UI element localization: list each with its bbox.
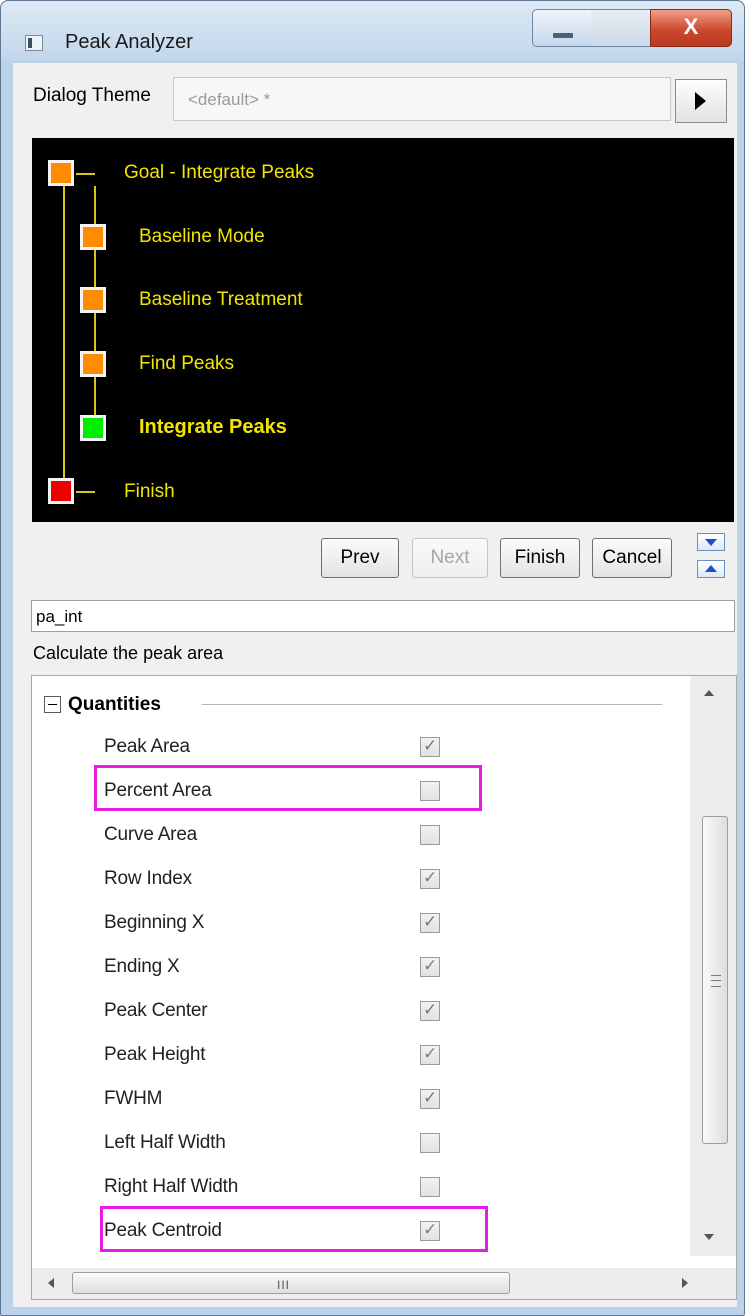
quantity-row-beginning-x[interactable]: Beginning X xyxy=(32,902,672,946)
collapse-icon[interactable] xyxy=(44,696,61,713)
peak-analyzer-window: Peak Analyzer X Dialog Theme <default> *… xyxy=(0,0,745,1316)
dialog-theme-field[interactable]: <default> * xyxy=(173,77,671,121)
quantity-checkbox[interactable] xyxy=(420,736,440,757)
close-button[interactable]: X xyxy=(650,9,732,47)
collapse-up-button[interactable] xyxy=(697,560,725,578)
quantity-row-peak-center[interactable]: Peak Center xyxy=(32,990,672,1034)
tree-item-find-peaks[interactable]: Find Peaks xyxy=(139,353,234,375)
tree-node-baseline-treatment[interactable] xyxy=(80,287,106,313)
quantities-title: Quantities xyxy=(68,694,161,715)
quantity-checkbox[interactable] xyxy=(420,1044,440,1065)
maximize-button[interactable] xyxy=(591,9,651,47)
quantity-label: Peak Area xyxy=(104,736,190,757)
tree-item-goal[interactable]: Goal - Integrate Peaks xyxy=(124,162,314,184)
quantity-checkbox[interactable] xyxy=(420,825,440,845)
quantity-label: Peak Height xyxy=(104,1044,206,1065)
expand-down-button[interactable] xyxy=(697,533,725,551)
goal-tree: Goal - Integrate Peaks Baseline Mode Bas… xyxy=(32,138,734,522)
finish-button[interactable]: Finish xyxy=(500,538,580,578)
scroll-right-icon[interactable] xyxy=(682,1278,688,1288)
quantity-checkbox[interactable] xyxy=(420,1177,440,1197)
quantity-row-peak-height[interactable]: Peak Height xyxy=(32,1034,672,1078)
quantity-row-row-index[interactable]: Row Index xyxy=(32,858,672,902)
minimize-button[interactable] xyxy=(532,9,592,47)
dialog-theme-value: <default> * xyxy=(188,90,271,109)
horizontal-scrollbar[interactable]: III xyxy=(32,1268,736,1299)
quantity-label: Curve Area xyxy=(104,824,198,845)
app-icon xyxy=(25,35,43,51)
quantities-property-grid: Quantities Peak Area Percent Area Curve … xyxy=(31,675,737,1300)
tree-trunk-line xyxy=(63,172,65,494)
quantity-label: FWHM xyxy=(104,1088,163,1109)
horizontal-scroll-thumb[interactable]: III xyxy=(72,1272,510,1294)
dialog-client-area: Dialog Theme <default> * Goal - Integrat… xyxy=(13,63,737,1307)
scroll-down-icon[interactable] xyxy=(704,1234,714,1240)
tree-item-baseline-mode[interactable]: Baseline Mode xyxy=(139,226,265,248)
page-name: pa_int xyxy=(36,607,83,626)
tree-connector xyxy=(76,491,95,493)
quantity-label: Row Index xyxy=(104,868,192,889)
quantity-checkbox[interactable] xyxy=(420,1000,440,1021)
quantity-row-ending-x[interactable]: Ending X xyxy=(32,946,672,990)
quantity-row-fwhm[interactable]: FWHM xyxy=(32,1078,672,1122)
vertical-scroll-thumb[interactable] xyxy=(702,816,728,1144)
quantity-checkbox[interactable] xyxy=(420,1220,440,1241)
group-divider xyxy=(202,704,662,705)
next-button[interactable]: Next xyxy=(412,538,488,578)
grip-icon: III xyxy=(277,1278,291,1292)
close-icon: X xyxy=(683,14,699,39)
page-name-field: pa_int xyxy=(31,600,735,632)
quantity-row-right-half-width[interactable]: Right Half Width xyxy=(32,1166,672,1210)
dialog-theme-label: Dialog Theme xyxy=(33,85,151,106)
grip-icon xyxy=(711,975,721,987)
prev-button[interactable]: Prev xyxy=(321,538,399,578)
tree-item-integrate-peaks[interactable]: Integrate Peaks xyxy=(139,416,287,439)
scroll-left-icon[interactable] xyxy=(48,1278,54,1288)
quantity-row-peak-centroid[interactable]: Peak Centroid xyxy=(32,1210,672,1254)
quantity-row-percent-area[interactable]: Percent Area xyxy=(32,770,672,814)
scroll-up-icon[interactable] xyxy=(704,690,714,696)
quantity-checkbox[interactable] xyxy=(420,781,440,801)
tree-item-finish[interactable]: Finish xyxy=(124,481,175,503)
quantity-checkbox[interactable] xyxy=(420,868,440,889)
title-bar[interactable]: Peak Analyzer X xyxy=(1,1,744,61)
quantity-label: Peak Center xyxy=(104,1000,208,1021)
quantity-row-peak-area[interactable]: Peak Area xyxy=(32,726,672,770)
quantity-label: Beginning X xyxy=(104,912,205,933)
quantity-label: Ending X xyxy=(104,956,180,977)
quantity-label: Percent Area xyxy=(104,780,212,801)
tree-node-integrate-peaks[interactable] xyxy=(80,415,106,441)
tree-node-find-peaks[interactable] xyxy=(80,351,106,377)
cancel-button[interactable]: Cancel xyxy=(592,538,672,578)
quantity-label: Peak Centroid xyxy=(104,1220,222,1241)
quantity-label: Left Half Width xyxy=(104,1132,226,1153)
tree-connector xyxy=(76,173,95,175)
tree-node-finish[interactable] xyxy=(48,478,74,504)
quantity-checkbox[interactable] xyxy=(420,912,440,933)
window-title: Peak Analyzer xyxy=(65,31,193,53)
quantity-label: Right Half Width xyxy=(104,1176,239,1197)
page-description: Calculate the peak area xyxy=(33,643,224,663)
quantity-row-left-half-width[interactable]: Left Half Width xyxy=(32,1122,672,1166)
tree-node-goal[interactable] xyxy=(48,160,74,186)
tree-node-baseline-mode[interactable] xyxy=(80,224,106,250)
quantity-row-curve-area[interactable]: Curve Area xyxy=(32,814,672,858)
vertical-scrollbar[interactable] xyxy=(690,676,736,1256)
quantity-checkbox[interactable] xyxy=(420,1088,440,1109)
quantity-checkbox[interactable] xyxy=(420,956,440,977)
theme-menu-button[interactable] xyxy=(675,79,727,123)
quantity-checkbox[interactable] xyxy=(420,1133,440,1153)
tree-item-baseline-treatment[interactable]: Baseline Treatment xyxy=(139,289,303,311)
